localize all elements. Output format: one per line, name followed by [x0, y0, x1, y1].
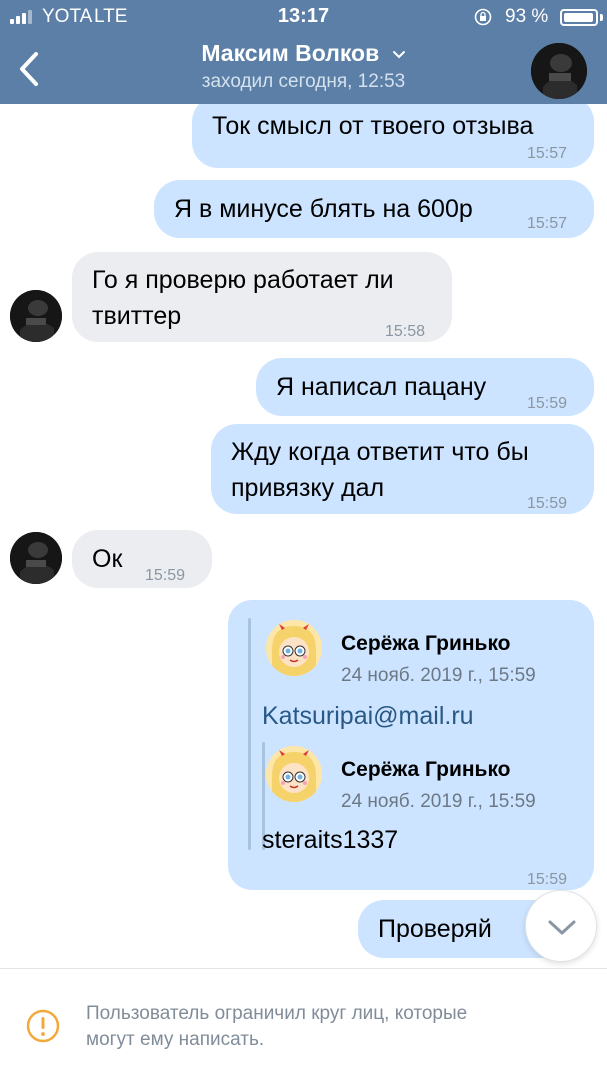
forward-indicator-line — [248, 618, 251, 850]
message-bubble-incoming[interactable]: Го я проверю работает ли твиттер 15:58 — [72, 252, 452, 342]
forwarded-author-name[interactable]: Серёжа Гринько — [341, 752, 511, 788]
sender-avatar[interactable] — [10, 532, 62, 584]
forwarded-email-link[interactable]: Katsuripai@mail.ru — [262, 698, 474, 734]
forwarded-text: steraits1337 — [262, 826, 399, 854]
message-time: 15:59 — [145, 567, 186, 584]
forwarded-author-name[interactable]: Серёжа Гринько — [341, 626, 511, 662]
message-bubble-outgoing[interactable]: Жду когда ответит что бы привязку дал 15… — [211, 424, 594, 514]
message-time: 15:57 — [527, 145, 568, 162]
message-text-line: твиттер — [92, 302, 182, 330]
message-text: Я написал пацану — [276, 373, 487, 401]
message-text-line: привязку дал — [231, 474, 385, 502]
message-time: 15:59 — [527, 495, 568, 512]
message-text-line: Го я проверю работает ли — [92, 266, 394, 294]
forwarded-author-avatar[interactable] — [266, 746, 322, 802]
sender-avatar[interactable] — [10, 290, 62, 342]
last-seen-status: заходил сегодня, 12:53 — [201, 71, 406, 92]
scroll-to-bottom-button[interactable] — [525, 890, 597, 962]
restriction-text-line: Пользователь ограничил круг лиц, которые — [86, 1003, 468, 1024]
status-bar: YOTA LTE 13:17 93 % — [0, 0, 607, 34]
battery-tip — [600, 14, 603, 21]
restriction-text: Пользователь ограничил круг лиц, которые… — [86, 1001, 586, 1053]
chevron-down-icon — [548, 920, 576, 935]
contact-name-text: Максим Волков — [201, 40, 380, 66]
forwarded-author-avatar[interactable] — [266, 620, 322, 676]
chevron-down-icon — [392, 50, 405, 59]
forwarded-date: 24 нояб. 2019 г., 15:59 — [341, 665, 536, 686]
message-text-line: Жду когда ответит что бы — [231, 438, 529, 466]
battery-icon — [560, 9, 598, 26]
message-bubble-outgoing[interactable]: Я в минусе блять на 600р 15:57 — [154, 180, 594, 238]
forwarded-date: 24 нояб. 2019 г., 15:59 — [341, 791, 536, 812]
message-text: Я в минусе блять на 600р — [174, 195, 473, 223]
message-text: Ок — [92, 545, 123, 573]
message-time: 15:59 — [527, 395, 568, 412]
message-list[interactable]: Ток смысл от твоего отзыва 15:57 Я в мин… — [0, 104, 607, 968]
message-text: Проверяй — [378, 915, 492, 943]
message-bubble-incoming[interactable]: Ок 15:59 — [72, 530, 212, 588]
message-time: 15:58 — [385, 323, 426, 340]
restriction-text-line: могут ему написать. — [86, 1029, 265, 1050]
lock-rotation-icon — [474, 8, 492, 26]
contact-name[interactable]: Максим Волков — [0, 40, 607, 67]
message-bubble-outgoing[interactable]: Ток смысл от твоего отзыва 15:57 — [192, 104, 594, 168]
message-text: Ток смысл от твоего отзыва — [212, 112, 534, 140]
message-time: 15:57 — [527, 215, 568, 232]
battery-percent: 93 % — [505, 6, 549, 27]
write-restriction-notice: Пользователь ограничил круг лиц, которые… — [0, 968, 607, 1080]
message-bubble-outgoing[interactable]: Я написал пацану 15:59 — [256, 358, 594, 416]
contact-avatar[interactable] — [531, 43, 587, 99]
warning-icon — [26, 1009, 60, 1043]
top-bar: YOTA LTE 13:17 93 % Максим Волков заходи… — [0, 0, 607, 104]
forwarded-messages-bubble[interactable]: Серёжа Гринько 24 нояб. 2019 г., 15:59 K… — [228, 600, 594, 890]
